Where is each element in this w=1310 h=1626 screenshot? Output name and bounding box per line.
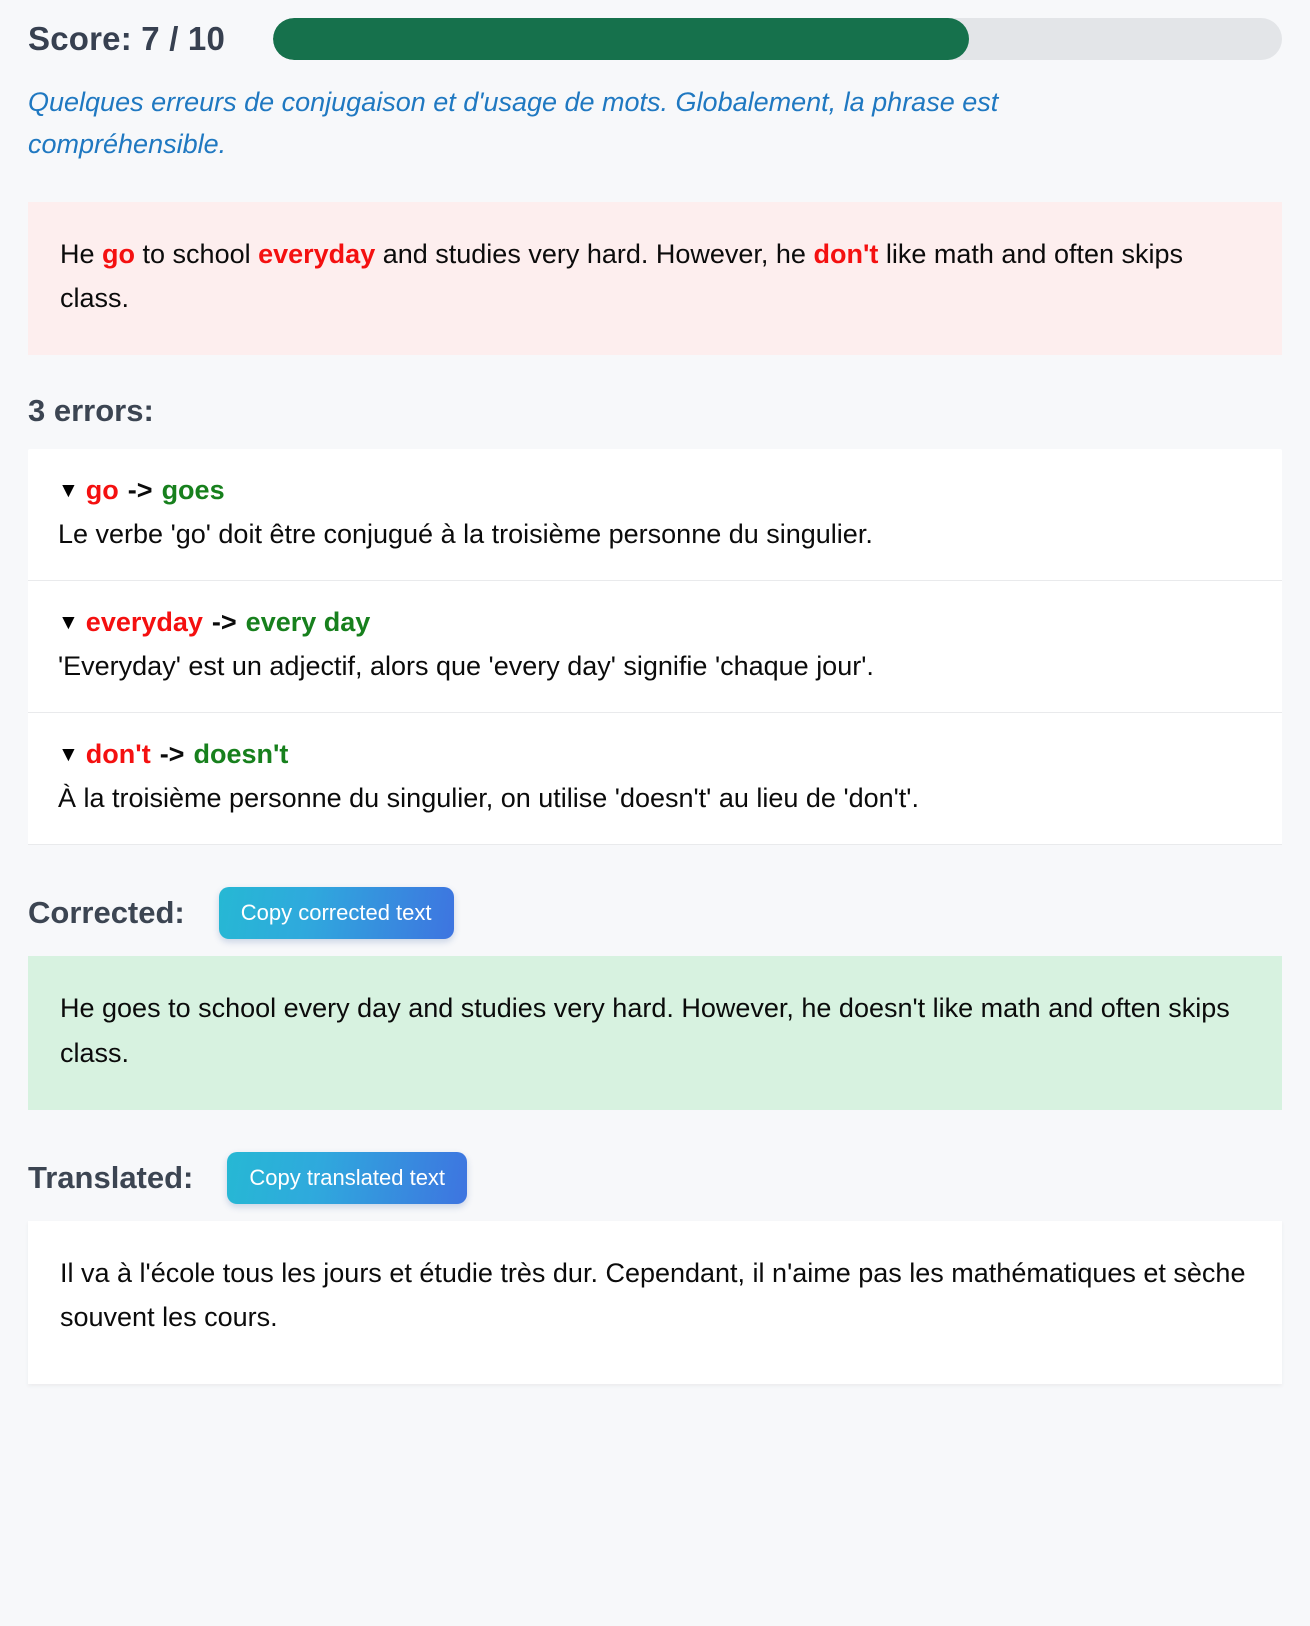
score-row: Score: 7 / 10	[28, 0, 1282, 60]
copy-translated-text-button[interactable]: Copy translated text	[227, 1151, 468, 1204]
corrected-text: He goes to school every day and studies …	[60, 993, 1230, 1069]
error-correct-word: doesn't	[193, 739, 289, 770]
error-description: À la troisième personne du singulier, on…	[58, 783, 919, 814]
error-description: Le verbe 'go' doit être conjugué à la tr…	[58, 518, 873, 549]
translated-text: Il va à l'école tous les jours et étudie…	[60, 1257, 1246, 1333]
error-arrow: ->	[211, 607, 237, 638]
error-wrong-word: everyday	[85, 607, 203, 638]
corrected-section-header: Corrected: Copy corrected text	[28, 887, 1282, 940]
error-highlight-word: go	[102, 238, 136, 269]
original-text: He go to school everyday and studies ver…	[60, 239, 1183, 314]
corrected-text-panel: He goes to school every day and studies …	[28, 956, 1282, 1110]
error-arrow: ->	[127, 474, 153, 505]
score-progress-fill	[273, 18, 970, 60]
score-label: Score: 7 / 10	[28, 20, 226, 57]
error-item-header[interactable]: ▼ go -> goes	[58, 473, 1252, 508]
original-text-segment: He	[60, 238, 103, 269]
copy-corrected-text-button[interactable]: Copy corrected text	[218, 887, 454, 940]
original-text-panel: He go to school everyday and studies ver…	[28, 201, 1282, 355]
errors-list: ▼ go -> goes Le verbe 'go' doit être conjugu…	[28, 448, 1282, 846]
translated-text-panel: Il va à l'école tous les jours et étudie…	[28, 1220, 1282, 1384]
corrected-title: Corrected:	[28, 895, 185, 931]
error-item-header[interactable]: ▼ don't -> doesn't	[58, 737, 1252, 772]
errors-heading: 3 errors:	[28, 392, 154, 428]
error-wrong-word: go	[85, 474, 119, 505]
translated-section-header: Translated: Copy translated text	[28, 1151, 1282, 1204]
caret-down-icon[interactable]: ▼	[58, 744, 79, 765]
score-progress-bar	[273, 18, 1282, 60]
error-correct-word: every day	[245, 607, 371, 638]
caret-down-icon[interactable]: ▼	[58, 480, 79, 501]
caret-down-icon[interactable]: ▼	[58, 612, 79, 633]
translated-title: Translated:	[28, 1159, 194, 1195]
error-item[interactable]: ▼ everyday -> every day 'Everyday' est un ad…	[28, 581, 1282, 714]
error-item-header[interactable]: ▼ everyday -> every day	[58, 605, 1252, 640]
original-text-segment: to school	[135, 238, 259, 269]
error-item[interactable]: ▼ don't -> doesn't À la troisième personne d…	[28, 713, 1282, 846]
original-text-segment: and studies very hard. However, he	[375, 238, 814, 269]
error-description: 'Everyday' est un adjectif, alors que 'e…	[58, 651, 874, 682]
error-wrong-word: don't	[85, 739, 151, 770]
summary-text: Quelques erreurs de conjugaison et d'usa…	[28, 87, 999, 159]
error-item[interactable]: ▼ go -> goes Le verbe 'go' doit être conjugu…	[28, 449, 1282, 582]
error-highlight-word: everyday	[258, 238, 376, 269]
error-arrow: ->	[159, 739, 185, 770]
error-correct-word: goes	[161, 474, 225, 505]
error-highlight-word: don't	[813, 238, 879, 269]
